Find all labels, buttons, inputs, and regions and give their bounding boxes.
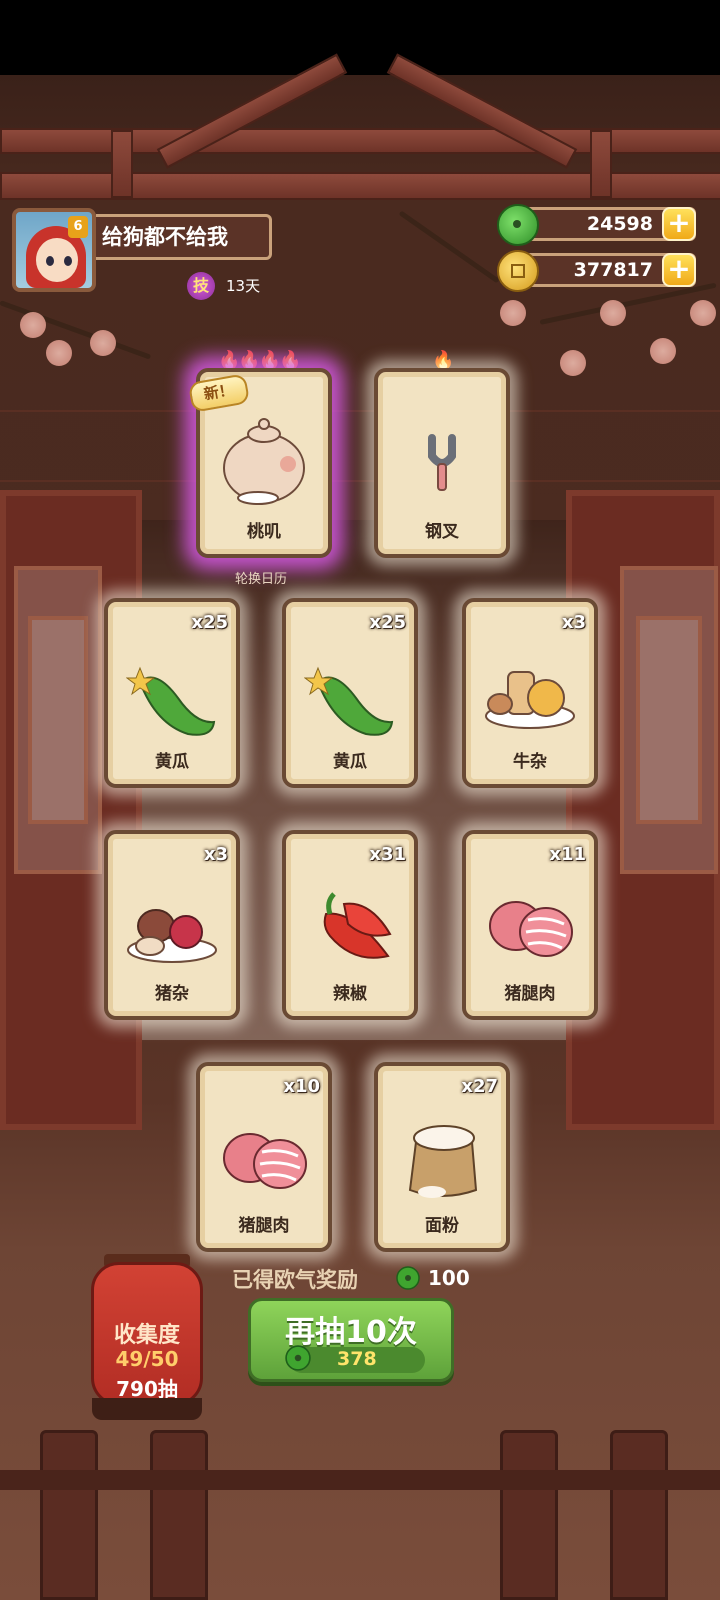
draw-cost: 378 (337, 1348, 377, 1370)
blossom (650, 338, 676, 364)
card-name: 牛杂 (513, 752, 547, 772)
blossom (600, 300, 626, 326)
cucumber-icon (126, 666, 216, 736)
skill-icon[interactable]: 技 (187, 272, 215, 300)
jade-icon (285, 1345, 311, 1371)
fence-post (500, 1430, 558, 1600)
chili-pepper-icon (323, 892, 392, 959)
teapot-pet-art (223, 418, 305, 505)
coin-icon (497, 250, 539, 292)
pork-offal-plate-icon (127, 909, 217, 963)
rotation-calendar-label[interactable]: 轮换日历 (235, 568, 287, 587)
blossom (500, 300, 526, 326)
blossom (20, 312, 46, 338)
card-name: 猪腿肉 (238, 1216, 290, 1236)
fence-rail (0, 1470, 720, 1490)
card-quantity: x10 (283, 1076, 320, 1097)
card-quantity: x11 (549, 844, 586, 865)
lantern-stand (92, 1398, 202, 1420)
reward-card[interactable]: x31 辣椒 (282, 830, 418, 1020)
truss-post (111, 130, 133, 198)
card-name: 辣椒 (333, 984, 367, 1004)
reward-card[interactable]: x3 牛杂 (462, 598, 598, 788)
card-name: 黄瓜 (155, 752, 189, 772)
player-name[interactable]: 给狗都不给我 (96, 214, 272, 260)
branch (539, 282, 717, 325)
collection-progress: 49/50 (115, 1347, 179, 1371)
lattice-pane-inner (28, 616, 88, 824)
flour-sack-icon (408, 1125, 478, 1198)
fence-post (40, 1430, 98, 1600)
reward-card[interactable]: x25 黄瓜 (104, 598, 240, 788)
add-coin-button[interactable]: + (662, 253, 696, 287)
left-lattice-door (0, 490, 142, 1130)
fence-post (610, 1430, 668, 1600)
card-quantity: x3 (203, 844, 228, 865)
roof-beam (0, 128, 720, 154)
reward-card[interactable]: x3 猪杂 (104, 830, 240, 1020)
avatar-eye (46, 256, 54, 266)
blossom (90, 330, 116, 356)
pork-leg-icon (489, 901, 573, 957)
player-avatar[interactable]: 6 (12, 208, 96, 292)
skill-days-remaining: 13天 (226, 277, 261, 295)
reward-card-featured[interactable]: 钢叉 (374, 368, 510, 558)
collection-lantern[interactable]: 收集度 49/50 790抽 (91, 1262, 203, 1406)
blossom (560, 350, 586, 376)
card-name: 桃叽 (247, 522, 281, 542)
blossom (690, 300, 716, 326)
card-quantity: x25 (191, 612, 228, 633)
avatar-eye (64, 256, 72, 266)
reward-card[interactable]: x11 猪腿肉 (462, 830, 598, 1020)
jade-icon (396, 1266, 420, 1290)
pork-leg-icon (223, 1133, 307, 1189)
card-name: 黄瓜 (333, 752, 367, 772)
card-name: 面粉 (425, 1216, 459, 1236)
card-quantity: x25 (369, 612, 406, 633)
wall-line (0, 410, 720, 412)
card-name: 钢叉 (425, 522, 459, 542)
draw-button-label: 再抽10次 (285, 1315, 417, 1350)
luck-reward-label: 已得欧气奖励 (232, 1268, 358, 1292)
draw-ten-button[interactable]: 再抽10次 378 (248, 1298, 454, 1382)
beef-offal-plate-icon (485, 671, 575, 729)
wall-line (0, 480, 720, 482)
blossom (46, 340, 72, 366)
truss-post (590, 130, 612, 198)
card-name: 猪腿肉 (504, 984, 556, 1004)
card-quantity: x27 (461, 1076, 498, 1097)
cucumber-icon (304, 666, 394, 736)
card-quantity: x3 (561, 612, 586, 633)
jade-icon (497, 204, 539, 246)
reward-card[interactable]: x27 面粉 (374, 1062, 510, 1252)
right-lattice-door (566, 490, 720, 1130)
card-name: 猪杂 (155, 984, 189, 1004)
luck-reward-amount: 100 (428, 1266, 470, 1290)
fork-art (428, 434, 456, 491)
avatar-level-badge: 6 (68, 216, 88, 238)
reward-card[interactable]: x10 猪腿肉 (196, 1062, 332, 1252)
roof-beam-lower (0, 172, 720, 200)
card-quantity: x31 (369, 844, 406, 865)
game-screen: 6 给狗都不给我 技 13天 24598 + 377817 + 🔥🔥🔥🔥 桃叽 … (0, 0, 720, 1600)
reward-card[interactable]: x25 黄瓜 (282, 598, 418, 788)
add-jade-button[interactable]: + (662, 207, 696, 241)
lattice-pane-inner (636, 616, 702, 824)
fence-post (150, 1430, 208, 1600)
collection-label: 收集度 (113, 1323, 180, 1348)
branch (398, 210, 500, 284)
